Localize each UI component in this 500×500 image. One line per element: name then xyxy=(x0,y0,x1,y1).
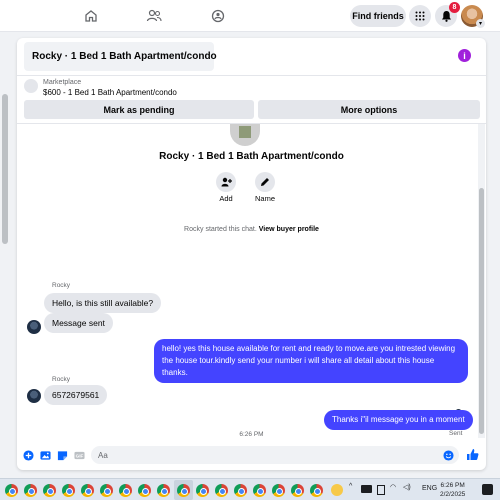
battery-icon[interactable] xyxy=(377,485,385,495)
weather-icon[interactable] xyxy=(331,484,343,496)
find-friends-button[interactable]: Find friends xyxy=(350,5,406,27)
plus-circle-icon[interactable] xyxy=(23,450,34,461)
chrome-taskbar-icon[interactable] xyxy=(310,484,323,497)
outgoing-message[interactable]: hello! yes this house available for rent… xyxy=(154,339,468,383)
incoming-message[interactable]: 6572679561 xyxy=(44,385,108,405)
chrome-taskbar-icon[interactable] xyxy=(291,484,304,497)
sticker-icon[interactable] xyxy=(57,450,68,461)
add-person-icon xyxy=(221,177,232,187)
svg-text:GIF: GIF xyxy=(76,453,84,458)
name-label: Name xyxy=(254,194,275,203)
listing-price-title[interactable]: $600 - 1 Bed 1 Bath Apartment/condo xyxy=(43,88,177,97)
chrome-taskbar-icon[interactable] xyxy=(253,484,266,497)
add-label: Add xyxy=(219,194,233,203)
chrome-taskbar-icon[interactable] xyxy=(24,484,37,497)
message-timestamp: 6:26 PM xyxy=(239,431,264,438)
page-scrollbar-track[interactable] xyxy=(0,32,10,482)
gif-icon[interactable]: GIF xyxy=(74,450,85,461)
windows-taskbar: ^ ◠ ◁) ENG 6:26 PM 2/2/2025 xyxy=(0,478,500,500)
groups-icon[interactable] xyxy=(207,6,229,26)
marketplace-chat-window: Rocky · 1 Bed 1 Bath Apartment/condo i M… xyxy=(17,38,486,470)
notification-count-badge: 8 xyxy=(449,2,460,13)
notification-center-icon[interactable] xyxy=(482,484,493,495)
top-navigation-bar: Find friends 8 ▾ xyxy=(0,0,500,32)
message-composer: GIF xyxy=(17,442,486,468)
listing-card-title: Rocky · 1 Bed 1 Bath Apartment/condo xyxy=(159,151,344,162)
pencil-icon xyxy=(261,178,269,186)
view-buyer-profile-link[interactable]: View buyer profile xyxy=(259,226,319,233)
sender-avatar xyxy=(27,320,41,334)
message-input[interactable] xyxy=(91,446,459,464)
chat-started-notice: Rocky started this chat. View buyer prof… xyxy=(17,226,486,233)
home-icon[interactable] xyxy=(80,6,102,26)
bell-icon xyxy=(441,11,451,22)
chrome-taskbar-icon[interactable] xyxy=(81,484,94,497)
chat-header[interactable]: Rocky · 1 Bed 1 Bath Apartment/condo xyxy=(24,42,217,71)
sender-name: Rocky xyxy=(52,376,71,383)
chat-scrollbar-thumb[interactable] xyxy=(479,188,484,434)
chrome-taskbar-icon[interactable] xyxy=(138,484,151,497)
chrome-taskbar-icon[interactable] xyxy=(157,484,170,497)
friends-icon[interactable] xyxy=(143,6,165,26)
grid-icon xyxy=(415,11,425,21)
listing-image xyxy=(230,124,260,146)
marketplace-label: Marketplace xyxy=(43,79,82,86)
edit-name-button[interactable] xyxy=(255,172,275,192)
language-indicator[interactable]: ENG xyxy=(422,485,437,492)
chrome-taskbar-icon[interactable] xyxy=(5,484,18,497)
marketplace-icon xyxy=(24,79,38,93)
thumbs-up-icon[interactable] xyxy=(466,448,479,461)
chevron-down-icon[interactable]: ▾ xyxy=(476,19,485,28)
message-list: Rocky · 1 Bed 1 Bath Apartment/condo Add… xyxy=(17,124,486,438)
clock-date: 2/2/2025 xyxy=(440,491,466,498)
chrome-taskbar-icon[interactable] xyxy=(215,484,228,497)
photo-icon[interactable] xyxy=(40,450,51,461)
message-status: Sent xyxy=(449,430,463,437)
chevron-up-icon[interactable]: ^ xyxy=(349,483,352,490)
menu-grid-button[interactable] xyxy=(409,5,431,27)
incoming-message[interactable]: Message sent xyxy=(44,313,113,333)
more-options-button[interactable]: More options xyxy=(258,100,480,119)
page-scrollbar-thumb[interactable] xyxy=(2,94,8,244)
chrome-taskbar-icon[interactable] xyxy=(62,484,75,497)
divider xyxy=(17,75,486,76)
volume-icon[interactable]: ◁) xyxy=(403,483,411,491)
clock-time: 6:26 PM xyxy=(440,482,465,489)
chrome-taskbar-icon[interactable] xyxy=(196,484,209,497)
add-friend-button[interactable] xyxy=(216,172,236,192)
sender-name: Rocky xyxy=(52,282,71,289)
chrome-taskbar-icon[interactable] xyxy=(234,484,247,497)
chrome-taskbar-icon[interactable] xyxy=(119,484,132,497)
sender-avatar xyxy=(27,389,41,403)
mark-as-pending-button[interactable]: Mark as pending xyxy=(24,100,254,119)
network-icon[interactable] xyxy=(361,485,372,493)
outgoing-message[interactable]: Thanks i"il message you in a moment xyxy=(324,410,473,430)
emoji-icon[interactable] xyxy=(443,450,454,461)
wifi-icon[interactable]: ◠ xyxy=(390,483,396,491)
incoming-message[interactable]: Hello, is this still available? xyxy=(44,293,162,313)
chat-started-text: Rocky started this chat. xyxy=(184,226,257,233)
chrome-taskbar-icon[interactable] xyxy=(100,484,113,497)
info-icon[interactable]: i xyxy=(458,49,471,62)
taskbar-clock[interactable]: 6:26 PM 2/2/2025 xyxy=(440,481,465,499)
chrome-taskbar-icon[interactable] xyxy=(43,484,56,497)
chat-title: Rocky · 1 Bed 1 Bath Apartment/condo xyxy=(32,51,217,62)
chrome-taskbar-icon[interactable] xyxy=(272,484,285,497)
chrome-taskbar-icon[interactable] xyxy=(177,484,190,497)
